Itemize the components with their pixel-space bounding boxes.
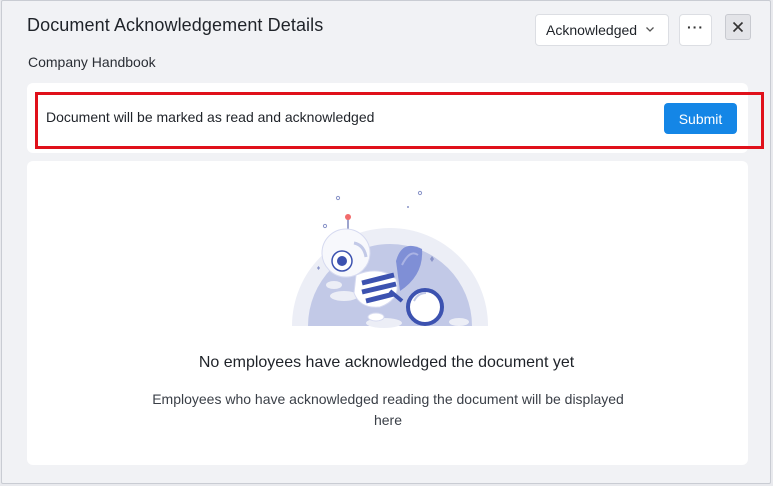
robot-magnifier-illustration	[292, 190, 488, 328]
empty-state-title: No employees have acknowledged the docum…	[198, 354, 575, 371]
more-options-button[interactable]: ···	[679, 14, 712, 46]
empty-state-description: Employees who have acknowledged reading …	[152, 391, 624, 428]
more-horizontal-icon: ···	[687, 19, 704, 35]
document-name: Company Handbook	[28, 54, 156, 70]
close-button[interactable]	[725, 14, 751, 40]
dialog-title: Document Acknowledgement Details	[27, 15, 324, 35]
status-dropdown-value: Acknowledged	[546, 22, 638, 38]
chevron-down-icon	[646, 27, 654, 32]
close-icon	[732, 21, 744, 33]
acknowledge-message: Document will be marked as read and ackn…	[46, 109, 375, 125]
status-dropdown[interactable]: Acknowledged	[535, 14, 669, 46]
submit-button[interactable]: Submit	[664, 103, 737, 134]
